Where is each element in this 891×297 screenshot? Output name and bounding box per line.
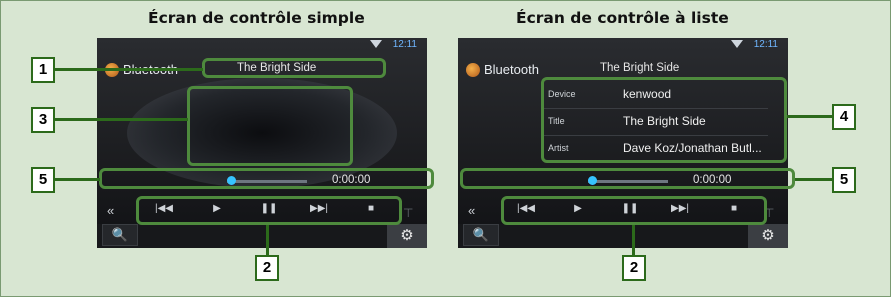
callout-box-controls-left (136, 196, 402, 225)
callout-number-3: 3 (31, 107, 55, 133)
callout-box-controls-right (501, 196, 767, 225)
callout-number-5-right: 5 (832, 167, 856, 193)
heading-simple-control: Écran de contrôle simple (148, 9, 365, 27)
callout-box-progress-right (460, 168, 795, 189)
callout-number-2-left: 2 (255, 255, 279, 281)
callout-number-2-right: 2 (622, 255, 646, 281)
callout-line-5-left (55, 178, 100, 181)
source-label: Bluetooth (484, 62, 539, 77)
settings-button[interactable]: ⚙ (748, 224, 788, 248)
search-button[interactable]: 🔍 (463, 224, 499, 246)
callout-line-4 (787, 115, 832, 118)
callout-box-artwork (187, 86, 353, 166)
callout-number-5-left: 5 (31, 167, 55, 193)
wifi-icon (731, 40, 743, 48)
callout-box-info-list (541, 77, 787, 163)
callout-line-2-left (266, 225, 269, 255)
callout-line-2-right (632, 225, 635, 255)
status-clock: 12:11 (753, 39, 778, 50)
drop-icon[interactable]: ⊤ (403, 206, 417, 220)
track-title: The Bright Side (600, 62, 680, 74)
callout-box-progress-left (99, 168, 434, 189)
bluetooth-source-icon (466, 63, 480, 77)
wifi-icon (370, 40, 382, 48)
bottom-bar: 🔍 ⚙ (97, 224, 427, 248)
callout-line-1 (55, 68, 203, 71)
callout-number-1: 1 (31, 57, 55, 83)
status-clock: 12:11 (392, 39, 417, 50)
callout-number-4: 4 (832, 104, 856, 130)
callout-box-track-title (202, 58, 386, 78)
bottom-bar: 🔍 ⚙ (458, 224, 788, 248)
heading-list-control: Écran de contrôle à liste (516, 9, 729, 27)
settings-button[interactable]: ⚙ (387, 224, 427, 248)
callout-line-5-right (795, 178, 832, 181)
search-button[interactable]: 🔍 (102, 224, 138, 246)
callout-line-3 (55, 118, 188, 121)
